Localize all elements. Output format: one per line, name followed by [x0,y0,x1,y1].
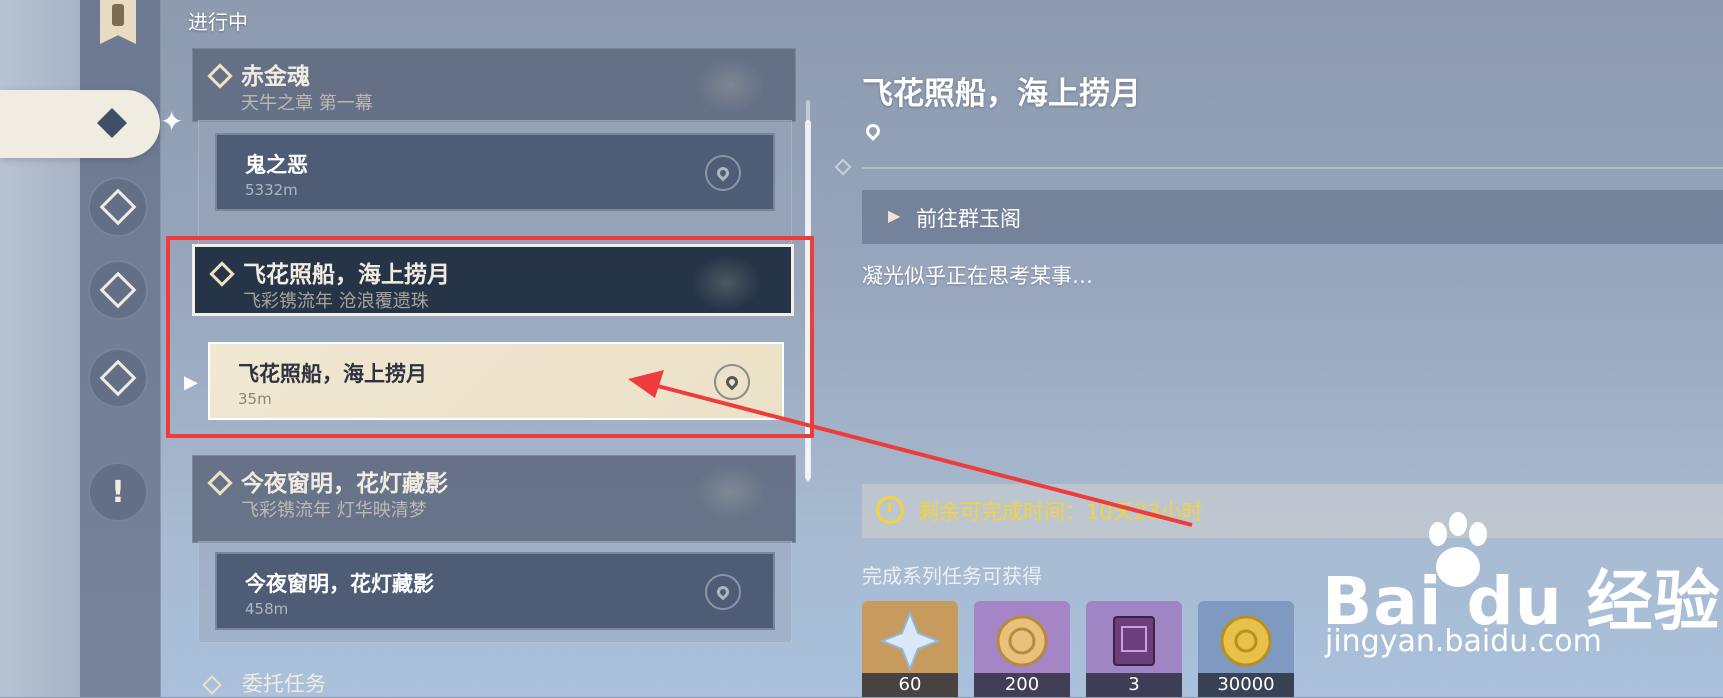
commission-section-label[interactable]: 委托任务 [242,668,326,698]
clock-icon [876,496,904,524]
time-remaining-label: 剩余可完成时间：10天23小时 [918,500,1203,524]
sub-quest-card[interactable]: 鬼之恶 5332m [215,133,775,211]
divider-diamond-icon [834,158,852,176]
sub-quest-title: 鬼之恶 [245,153,308,177]
sub-quest-distance: 5332m [245,181,298,199]
quest-step-row: ▶ 前往群玉阁 [862,190,1723,244]
quest-diamond-icon [207,470,233,496]
quest-title: 今夜窗明，花灯藏影 [241,471,448,497]
quest-chapter: 飞彩镌流年 灯华映清梦 [241,500,427,521]
map-pin-icon[interactable] [705,155,741,191]
world-quest-tab-icon[interactable] [88,348,148,408]
rewards-title: 完成系列任务可获得 [862,564,1042,588]
section-title: 进行中 [188,10,248,34]
map-pin-icon[interactable] [705,574,741,610]
sub-quest-title: 今夜窗明，花灯藏影 [245,572,434,596]
primogem-icon [880,611,940,671]
reward-item-mora[interactable]: 30000 [1198,601,1294,697]
story-quest-tab-icon[interactable] [88,260,148,320]
quest-header[interactable]: 今夜窗明，花灯藏影 飞彩镌流年 灯华映清梦 [192,455,796,543]
quest-header[interactable]: 赤金魂 天牛之章 第一幕 [192,48,796,122]
book-icon [1113,616,1155,666]
sub-quest-distance: 458m [245,600,289,618]
reward-count: 200 [974,673,1070,697]
quest-diamond-icon [207,63,233,89]
emblem-icon [695,57,765,113]
highlight-annotation-box [166,236,814,438]
reward-count: 30000 [1198,673,1294,697]
reward-count: 60 [862,673,958,697]
commission-tab-icon[interactable]: ! [88,462,148,522]
location-pin-icon[interactable] [863,121,883,141]
quest-title: 赤金魂 [241,64,310,90]
sparkle-icon: ✦ [160,105,184,138]
sub-quest-container: 今夜窗明，花灯藏影 458m [198,541,792,643]
reward-item-primogem[interactable]: 60 [862,601,958,697]
mora-icon [1220,615,1272,667]
reward-count: 3 [1086,673,1182,697]
time-remaining-row: 剩余可完成时间：10天23小时 [862,484,1723,538]
category-tab-all-selected[interactable] [0,90,160,158]
quest-step-label: 前往群玉阁 [916,207,1021,231]
quest-description: 凝光似乎正在思考某事… [862,264,1093,288]
commission-diamond-icon [202,675,222,695]
exclamation-icon [112,4,124,26]
hero-wit-icon [996,615,1048,667]
reward-item-book[interactable]: 3 [1086,601,1182,697]
triangle-right-icon: ▶ [888,206,901,225]
reward-item-exp-book[interactable]: 200 [974,601,1070,697]
emblem-icon [695,464,765,520]
divider [862,167,1723,169]
detail-title: 飞花照船，海上捞月 [862,76,1141,112]
archon-quest-tab-icon[interactable] [88,177,148,237]
watermark-url: jingyan.baidu.com [1325,624,1602,659]
quest-chapter: 天牛之章 第一幕 [241,93,373,114]
sub-quest-card[interactable]: 今夜窗明，花灯藏影 458m [215,552,775,630]
